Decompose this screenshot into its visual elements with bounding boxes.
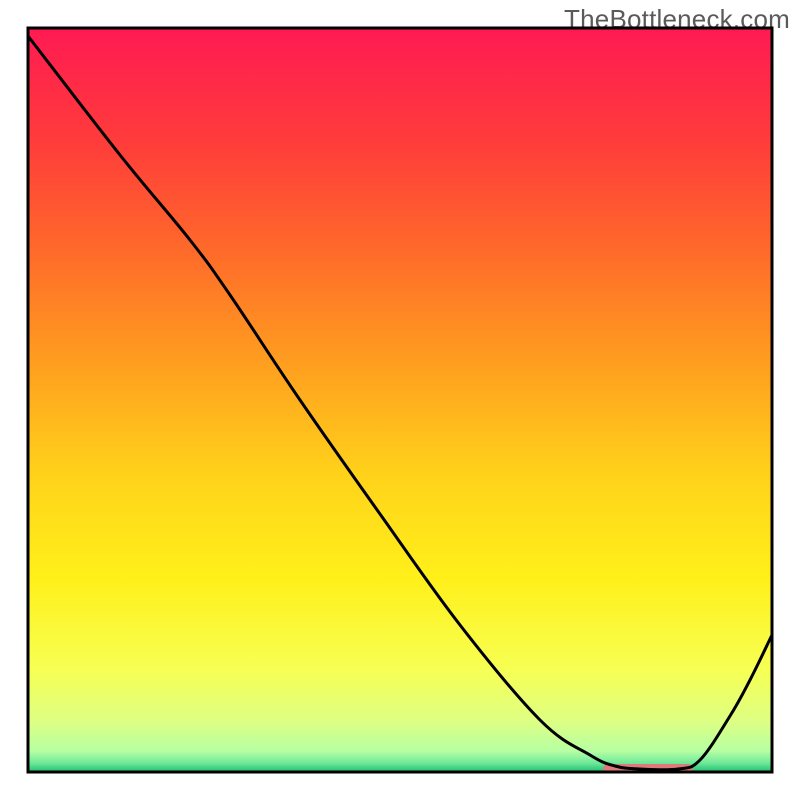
- chart-svg: [0, 0, 800, 800]
- gradient-background: [28, 28, 772, 772]
- chart-container: TheBottleneck.com: [0, 0, 800, 800]
